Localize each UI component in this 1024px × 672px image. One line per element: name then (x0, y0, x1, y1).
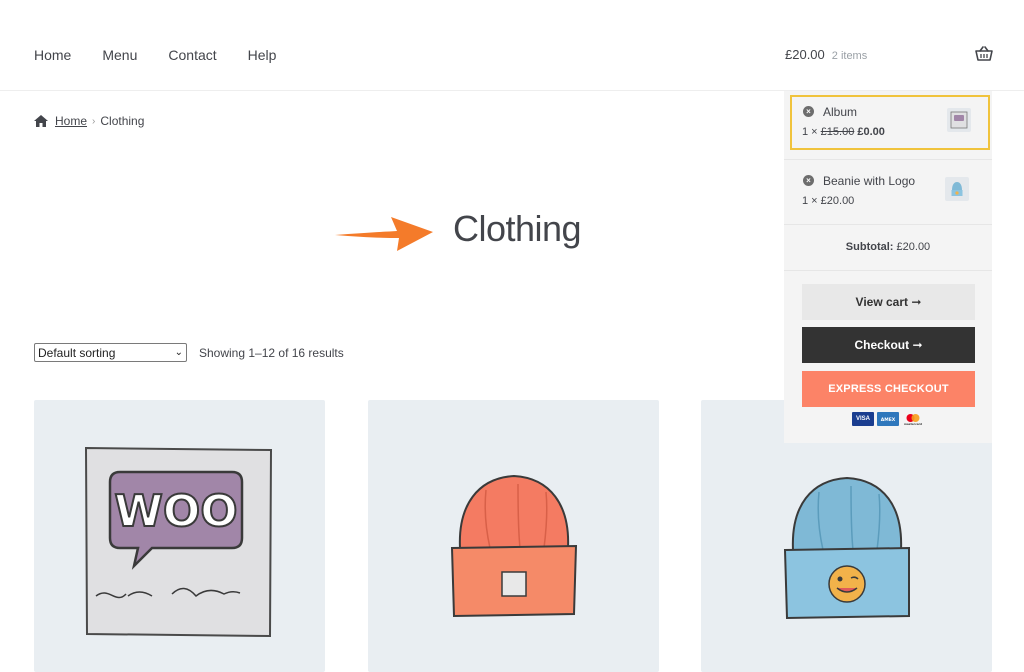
basket-icon[interactable] (975, 46, 993, 62)
woo-album-image[interactable]: WOO (34, 400, 325, 672)
svg-text:AMEX: AMEX (881, 417, 896, 423)
mini-cart-subtotal: Subtotal: £20.00 (784, 224, 992, 271)
express-checkout-button[interactable]: EXPRESS CHECKOUT (802, 371, 975, 407)
mastercard-icon: mastercard (902, 412, 924, 426)
view-cart-button[interactable]: View cart ➞ (802, 284, 975, 320)
site-header: Home Menu Contact Help £20.00 2 items (0, 0, 1024, 91)
amex-card-icon: AMEX (877, 412, 899, 426)
payment-cards: VISA AMEX mastercard (852, 412, 924, 426)
mini-cart-item-price: £0.00 (857, 126, 885, 138)
product-card-album[interactable]: WOO (34, 400, 325, 672)
cart-total: £20.00 (785, 47, 825, 62)
primary-nav: Home Menu Contact Help (34, 47, 307, 63)
breadcrumb-current: Clothing (100, 114, 145, 128)
remove-item-icon[interactable]: × (803, 175, 814, 186)
breadcrumb: Home › Clothing (34, 114, 144, 128)
breadcrumb-home-link[interactable]: Home (55, 114, 87, 128)
mini-cart-item-quantity: 1 × £15.00 £0.00 (802, 126, 885, 138)
chevron-right-icon: › (92, 115, 96, 127)
chevron-down-icon: ⌄ (174, 347, 183, 358)
arrow-right-icon: ➞ (911, 295, 922, 309)
sort-select[interactable]: Default sorting ⌄ (34, 343, 187, 362)
mini-cart-item-name[interactable]: Beanie with Logo (823, 174, 915, 188)
page-title: Clothing (453, 208, 582, 249)
checkout-button[interactable]: Checkout ➞ (802, 327, 975, 363)
cart-count: 2 items (831, 50, 868, 62)
nav-help-link[interactable]: Help (248, 47, 277, 63)
nav-menu-link[interactable]: Menu (102, 47, 137, 63)
remove-item-icon[interactable]: × (803, 106, 814, 117)
header-cart-link[interactable]: £20.00 2 items (785, 47, 867, 62)
mini-cart-dropdown: × Album 1 × £15.00 £0.00 × Beanie with L… (784, 91, 992, 443)
product-card-beanie[interactable] (368, 400, 659, 672)
svg-text:mastercard: mastercard (904, 422, 922, 426)
svg-text:WOO: WOO (114, 486, 237, 537)
mini-cart-item-quantity: 1 × £20.00 (802, 195, 855, 207)
arrow-right-icon: ➞ (912, 338, 923, 352)
subtotal-value: £20.00 (896, 241, 931, 253)
visa-card-icon: VISA (852, 412, 874, 426)
subtotal-label: Subtotal: (845, 241, 894, 253)
nav-contact-link[interactable]: Contact (168, 47, 216, 63)
mini-cart-item-old-price: £15.00 (820, 126, 855, 138)
nav-home-link[interactable]: Home (34, 47, 71, 63)
mini-cart-item-album: × Album 1 × £15.00 £0.00 (790, 95, 990, 150)
arrow-right-icon (335, 217, 433, 251)
home-icon (34, 115, 48, 127)
mini-cart-item-beanie: × Beanie with Logo 1 × £20.00 (784, 159, 992, 223)
result-count: Showing 1–12 of 16 results (199, 346, 344, 360)
album-thumbnail[interactable] (947, 108, 971, 132)
orange-beanie-image[interactable] (368, 400, 659, 672)
mini-cart-item-name[interactable]: Album (823, 105, 857, 119)
beanie-thumbnail[interactable] (945, 177, 969, 201)
sort-selected-value: Default sorting (38, 345, 116, 360)
